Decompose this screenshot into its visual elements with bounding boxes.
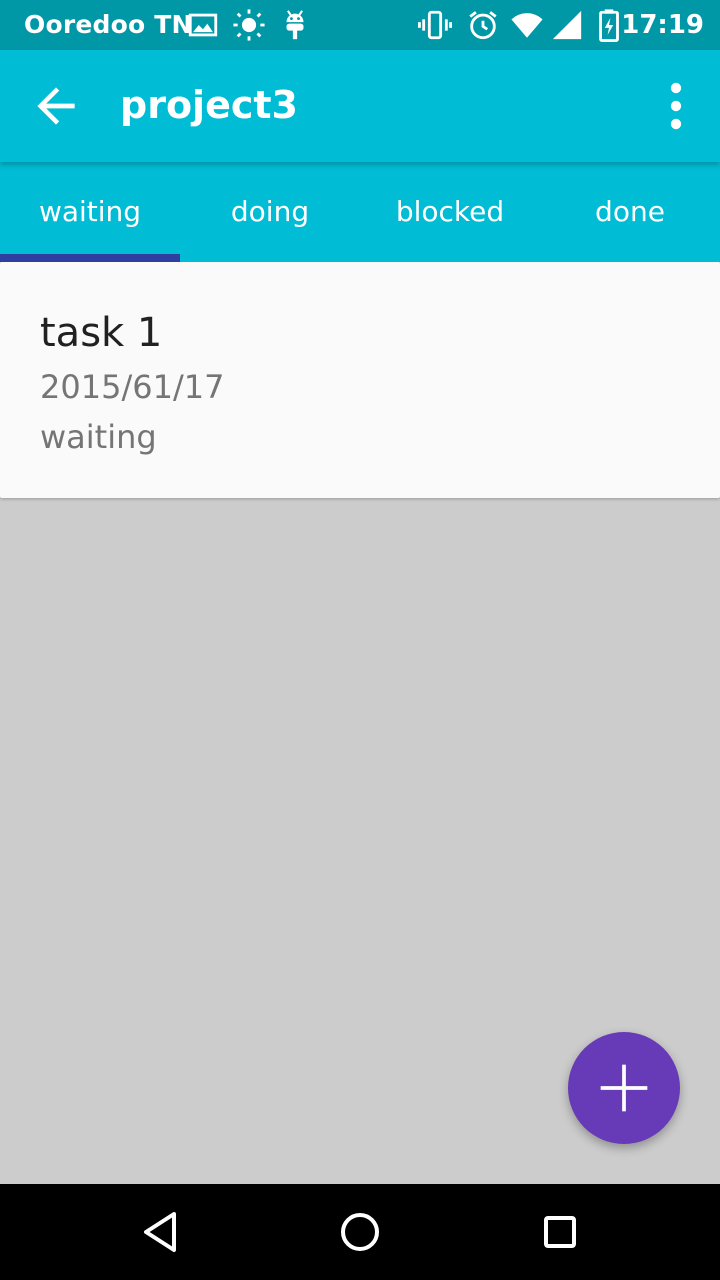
system-nav-bar xyxy=(0,1184,720,1280)
add-icon xyxy=(600,1064,648,1112)
status-time: 17:19 xyxy=(621,10,704,40)
carrier-name: Ooredoo TN xyxy=(24,10,193,39)
brightness-icon xyxy=(232,8,266,42)
nav-back-button[interactable] xyxy=(136,1208,184,1256)
task-status: waiting xyxy=(40,418,157,456)
nav-home-button[interactable] xyxy=(336,1208,384,1256)
alarm-icon xyxy=(466,8,500,42)
recents-square-icon xyxy=(544,1216,576,1248)
task-title: task 1 xyxy=(40,310,163,356)
status-bar: Ooredoo TN 17:19 xyxy=(0,0,720,50)
arrow-back-icon xyxy=(37,87,75,125)
back-button[interactable] xyxy=(28,78,84,134)
tab-indicator xyxy=(0,254,180,262)
overflow-menu-button[interactable] xyxy=(660,80,692,132)
tab-blocked[interactable]: blocked xyxy=(360,162,540,262)
back-triangle-icon xyxy=(144,1212,176,1252)
nav-recents-button[interactable] xyxy=(536,1208,584,1256)
android-icon xyxy=(278,8,312,42)
more-vert-icon xyxy=(670,82,682,130)
status-tabs: waiting doing blocked done xyxy=(0,162,720,262)
signal-icon xyxy=(550,8,584,42)
task-date: 2015/61/17 xyxy=(40,368,225,406)
tab-done[interactable]: done xyxy=(540,162,720,262)
home-circle-icon xyxy=(341,1213,379,1251)
add-task-button[interactable] xyxy=(568,1032,680,1144)
image-icon xyxy=(186,8,220,42)
tab-doing[interactable]: doing xyxy=(180,162,360,262)
wifi-icon xyxy=(510,8,544,42)
app-bar: project3 xyxy=(0,50,720,162)
page-title: project3 xyxy=(120,83,298,127)
vibrate-icon xyxy=(418,8,452,42)
task-card[interactable]: task 1 2015/61/17 waiting xyxy=(0,262,720,498)
tab-waiting[interactable]: waiting xyxy=(0,162,180,262)
